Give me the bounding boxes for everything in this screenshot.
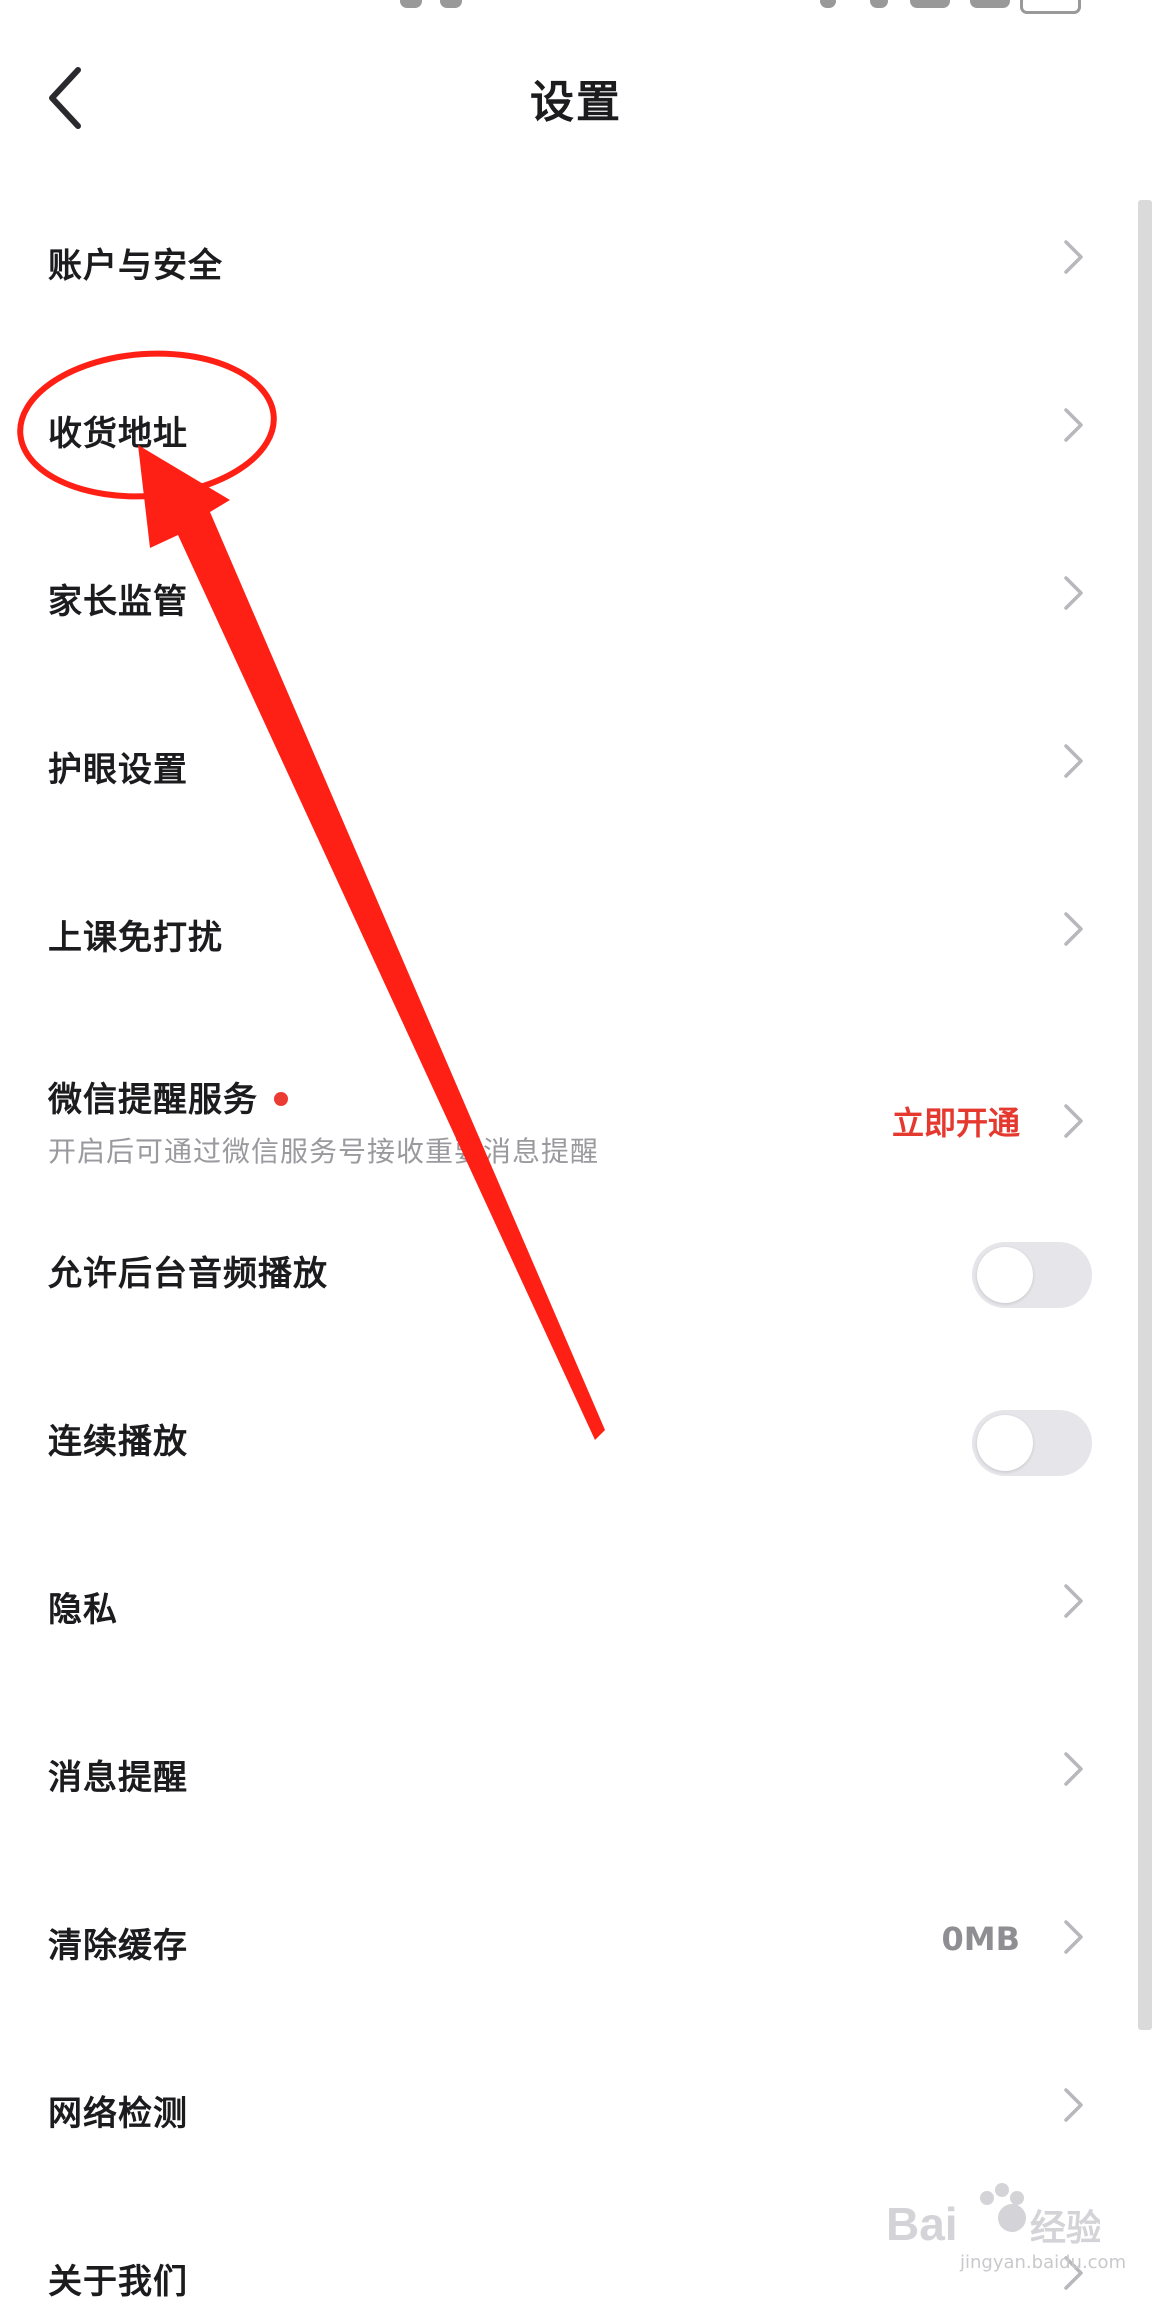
toggle-knob [977, 1247, 1033, 1303]
toggle-switch[interactable] [972, 1410, 1092, 1476]
activate-now-link[interactable]: 立即开通 [892, 1098, 1020, 1144]
status-icon [440, 0, 462, 8]
chevron-right-icon [1056, 1096, 1090, 1146]
settings-row-parental-control[interactable]: 家长监管 [0, 536, 1140, 704]
cache-size-value: 0MB [941, 1920, 1021, 1958]
chevron-right-icon [1056, 904, 1090, 954]
baidu-jingyan-watermark: Bai 经验 jingyan.baidu.com [880, 2160, 1126, 2273]
settings-row-eye-protection[interactable]: 护眼设置 [0, 704, 1140, 872]
settings-screen: 设置 账户与安全收货地址家长监管护眼设置上课免打扰微信提醒服务开启后可通过微信服… [0, 0, 1152, 2298]
row-label: 收货地址 [48, 414, 188, 454]
row-label: 隐私 [48, 1590, 118, 1630]
toggle-switch[interactable] [972, 1242, 1092, 1308]
status-icon [400, 0, 422, 8]
row-label: 清除缓存 [48, 1926, 188, 1966]
row-label: 上课免打扰 [48, 918, 223, 958]
settings-row-wechat-reminder[interactable]: 微信提醒服务开启后可通过微信服务号接收重要消息提醒 立即开通 [0, 1040, 1140, 1208]
chevron-right-icon [1056, 568, 1090, 618]
row-label: 连续播放 [48, 1422, 188, 1462]
battery-icon [1020, 0, 1081, 14]
svg-text:经验: 经验 [1030, 2208, 1100, 2249]
status-icon [820, 0, 836, 8]
row-subtitle: 开启后可通过微信服务号接收重要消息提醒 [48, 1135, 600, 1168]
chevron-right-icon [1056, 1576, 1090, 1626]
status-icon [870, 0, 888, 8]
status-bar [0, 0, 1152, 14]
chevron-right-icon [1056, 1912, 1090, 1962]
toggle-knob [977, 1415, 1033, 1471]
page-title: 设置 [530, 77, 622, 128]
signal-icon [910, 0, 950, 8]
chevron-right-icon [1056, 736, 1090, 786]
settings-row-privacy[interactable]: 隐私 [0, 1544, 1140, 1712]
chevron-right-icon [1056, 2080, 1090, 2130]
row-label: 家长监管 [48, 582, 188, 622]
row-label: 消息提醒 [48, 1758, 188, 1798]
svg-text:Bai: Bai [886, 2198, 958, 2250]
chevron-right-icon [1056, 232, 1090, 282]
row-label: 允许后台音频播放 [48, 1254, 328, 1294]
settings-row-continuous-play[interactable]: 连续播放 [0, 1376, 1140, 1544]
settings-row-shipping-address[interactable]: 收货地址 [0, 368, 1140, 536]
settings-row-message-reminder[interactable]: 消息提醒 [0, 1712, 1140, 1880]
row-label: 网络检测 [48, 2094, 188, 2134]
chevron-right-icon [1056, 1744, 1090, 1794]
watermark-url: jingyan.baidu.com [960, 2252, 1127, 2273]
row-label: 护眼设置 [48, 750, 188, 790]
new-badge-dot [274, 1092, 288, 1106]
settings-row-account-security[interactable]: 账户与安全 [0, 200, 1140, 368]
row-label: 关于我们 [48, 2262, 188, 2298]
settings-row-class-do-not-disturb[interactable]: 上课免打扰 [0, 872, 1140, 1040]
chevron-right-icon [1056, 400, 1090, 450]
row-label: 微信提醒服务 [48, 1080, 258, 1120]
signal-icon [970, 0, 1010, 8]
settings-row-clear-cache[interactable]: 清除缓存 0MB [0, 1880, 1140, 2048]
row-label: 账户与安全 [48, 246, 223, 286]
settings-row-background-audio[interactable]: 允许后台音频播放 [0, 1208, 1140, 1376]
nav-header: 设置 [0, 40, 1152, 150]
scrollbar[interactable] [1138, 200, 1152, 2030]
